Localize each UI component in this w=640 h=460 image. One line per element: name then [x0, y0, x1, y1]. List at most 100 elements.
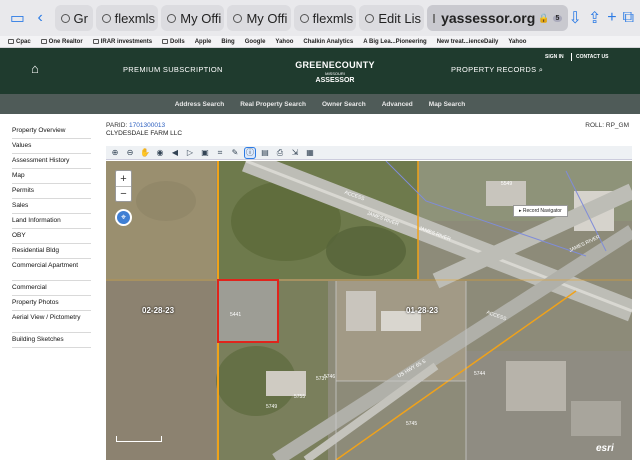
logo-subtitle: ASSESSOR: [315, 77, 355, 84]
zoom-control: + −: [115, 170, 132, 202]
basemap-icon[interactable]: ▦: [305, 148, 315, 158]
parcel-map[interactable]: + − ⌖ ▸ Record Navigator 02-28-23 01-28-…: [106, 161, 632, 460]
print-icon[interactable]: ⎙: [275, 148, 285, 158]
search-nav: Address Search Real Property Search Owne…: [0, 94, 640, 114]
bookmark-item[interactable]: A Big Lea...Pioneering: [363, 39, 426, 45]
tab-favicon-icon: [167, 13, 177, 23]
sidebar-item-oby[interactable]: OBY: [12, 229, 91, 244]
address-label: 5755: [294, 394, 306, 400]
globe-icon[interactable]: ◉: [155, 148, 165, 158]
browser-tab[interactable]: Edit Lis: [359, 5, 425, 31]
nav-owner-search[interactable]: Owner Search: [322, 101, 366, 108]
bookmark-item[interactable]: Yahoo: [275, 39, 293, 45]
home-icon[interactable]: ⌂: [31, 61, 45, 76]
next-extent-icon[interactable]: ▷: [185, 148, 195, 158]
sidebar-item-property-photos[interactable]: Property Photos: [12, 296, 91, 311]
locate-icon[interactable]: ⌖: [115, 209, 132, 226]
parcel-header: PARID: 1701300013 ROLL: RP_GM CLYDESDALE…: [106, 122, 632, 137]
browser-tab[interactable]: flexmls: [95, 5, 159, 31]
tab-favicon-icon: [233, 13, 243, 23]
parcel-id: PARID: 1701300013: [106, 122, 166, 129]
parcel-number-label: 5441: [230, 312, 242, 318]
signin-link[interactable]: SIGN IN: [545, 54, 564, 60]
select-icon[interactable]: ▣: [200, 148, 210, 158]
bookmark-item[interactable]: Chalkin Analytics: [303, 39, 353, 45]
layers-icon[interactable]: ▤: [260, 148, 270, 158]
map-zoom-out-button[interactable]: −: [116, 186, 131, 201]
export-icon[interactable]: ⇲: [290, 148, 300, 158]
zoom-in-icon[interactable]: ⊕: [110, 148, 120, 158]
browser-tab-active[interactable]: yassessor.org 🔒 5: [427, 5, 569, 31]
logo-title: GREENECOUNTY: [295, 60, 375, 70]
map-scale-bar: [116, 436, 162, 442]
address-label: 5744: [474, 371, 486, 377]
roll-label: ROLL: RP_GM: [585, 122, 629, 129]
sidebar-item-commercial-apartment[interactable]: Commercial Apartment: [12, 259, 91, 281]
browser-tab[interactable]: Gr: [54, 5, 93, 31]
nav-map-search[interactable]: Map Search: [429, 101, 466, 108]
sidebar-icon[interactable]: ▭: [6, 6, 29, 30]
logo-state: MISSOURI: [325, 71, 345, 76]
measure-icon[interactable]: ⌗: [215, 148, 225, 158]
tab-favicon-icon: [299, 13, 309, 23]
property-records-link[interactable]: PROPERTY RECORDS ⌕: [451, 65, 543, 75]
tab-favicon-icon: [60, 13, 70, 23]
sidebar-item-commercial[interactable]: Commercial: [12, 281, 91, 296]
bookmark-item[interactable]: Bing: [221, 39, 234, 45]
bookmark-item[interactable]: Cpac: [8, 39, 31, 45]
pan-hand-icon[interactable]: ✋: [140, 148, 150, 158]
tab-favicon-icon: [101, 13, 111, 23]
browser-tab[interactable]: My Offi: [227, 5, 291, 31]
bookmark-item[interactable]: One Realtor: [40, 39, 83, 45]
extension-badge[interactable]: 5: [552, 14, 563, 22]
premium-subscription-link[interactable]: PREMIUM SUBSCRIPTION: [123, 65, 223, 74]
map-zoom-in-button[interactable]: +: [116, 171, 131, 186]
bookmark-item[interactable]: IRAR investments: [92, 39, 152, 45]
address-label: 5549: [501, 181, 513, 187]
sidebar-item-values[interactable]: Values: [12, 139, 91, 154]
sidebar-item-permits[interactable]: Permits: [12, 184, 91, 199]
sidebar-item-assessment-history[interactable]: Assessment History: [12, 154, 91, 169]
sidebar-item-building-sketches[interactable]: Building Sketches: [12, 333, 91, 348]
address-label: 5746: [324, 374, 336, 380]
folder-icon: [8, 39, 14, 44]
download-icon[interactable]: ⇩: [568, 8, 581, 28]
sidebar-item-map[interactable]: Map: [12, 169, 91, 184]
zoom-out-icon[interactable]: ⊖: [125, 148, 135, 158]
new-tab-icon[interactable]: +: [607, 9, 616, 27]
lock-icon: 🔒: [538, 12, 550, 23]
sidebar-item-aerial-view[interactable]: Aerial View / Pictometry: [12, 311, 91, 333]
parcel-id-link[interactable]: 1701300013: [129, 122, 165, 129]
nav-advanced[interactable]: Advanced: [382, 101, 413, 108]
share-icon[interactable]: ⇪: [588, 8, 601, 28]
map-toolbar: ⊕ ⊖ ✋ ◉ ◀ ▷ ▣ ⌗ ✎ ⓘ ▤ ⎙ ⇲ ▦: [106, 146, 632, 160]
bookmark-item[interactable]: Yahoo: [508, 39, 526, 45]
sidebar-item-land-information[interactable]: Land Information: [12, 214, 91, 229]
tab-overview-icon[interactable]: ⧉: [623, 9, 634, 27]
address-label: 5749: [266, 404, 278, 410]
bookmark-item[interactable]: Dolls: [162, 39, 185, 45]
previous-extent-icon[interactable]: ◀: [170, 148, 180, 158]
nav-real-property-search[interactable]: Real Property Search: [240, 101, 306, 108]
bookmarks-bar: Cpac One Realtor IRAR investments Dolls …: [0, 36, 640, 48]
info-icon[interactable]: ⓘ: [244, 146, 256, 159]
bookmark-item[interactable]: Google: [245, 39, 266, 45]
back-icon[interactable]: ‹: [29, 6, 52, 30]
identify-icon[interactable]: ✎: [230, 148, 240, 158]
sidebar-item-sales[interactable]: Sales: [12, 199, 91, 214]
esri-logo: esri: [596, 443, 614, 454]
site-header: ⌂ PREMIUM SUBSCRIPTION GREENECOUNTY MISS…: [0, 48, 640, 94]
browser-tab[interactable]: My Offi: [161, 5, 225, 31]
bookmark-item[interactable]: Apple: [195, 39, 212, 45]
imagery-date-right: 01-28-23: [406, 306, 439, 315]
contact-link[interactable]: CONTACT US: [576, 54, 608, 60]
folder-icon: [92, 39, 99, 44]
bookmark-item[interactable]: New treat...ienceDaily: [437, 39, 499, 45]
site-logo[interactable]: GREENECOUNTY MISSOURI ASSESSOR: [288, 60, 382, 84]
record-navigator[interactable]: ▸ Record Navigator: [513, 205, 568, 217]
browser-tab-bar: ▭ ‹ Gr flexmls My Offi My Offi flexmls E…: [0, 0, 640, 36]
nav-address-search[interactable]: Address Search: [175, 101, 225, 108]
sidebar-item-property-overview[interactable]: Property Overview: [12, 124, 91, 139]
sidebar-item-residential-bldg[interactable]: Residential Bldg: [12, 244, 91, 259]
browser-tab[interactable]: flexmls: [293, 5, 357, 31]
